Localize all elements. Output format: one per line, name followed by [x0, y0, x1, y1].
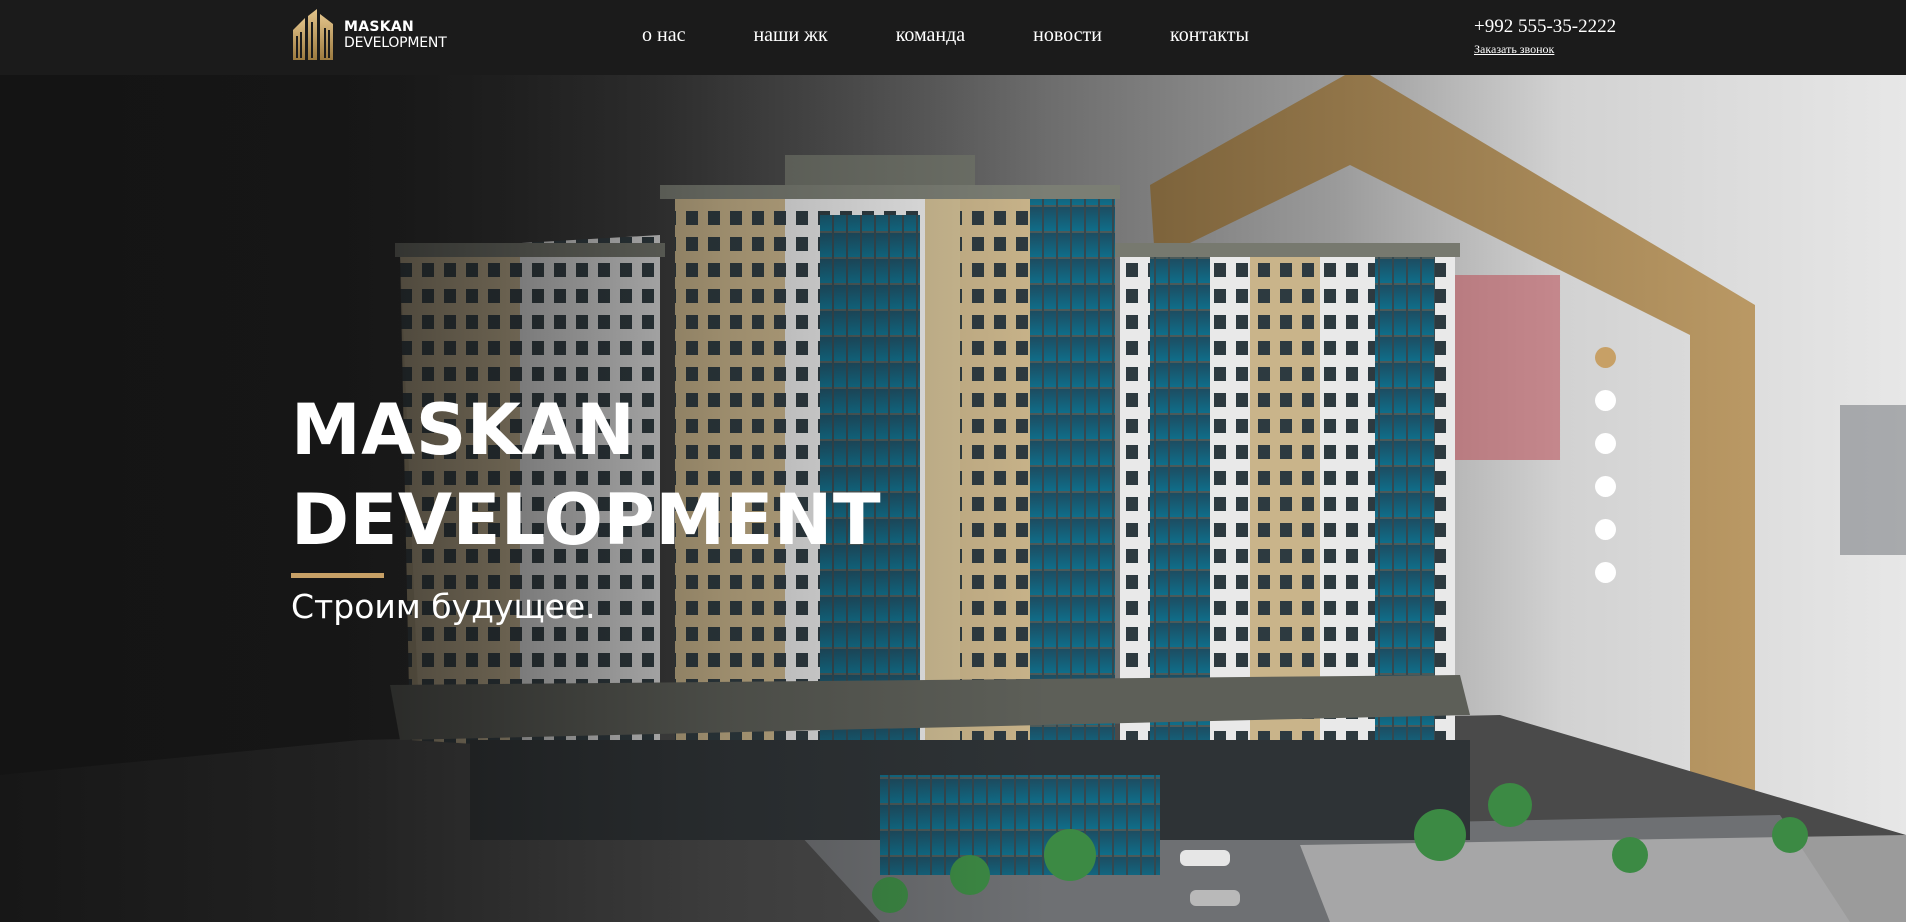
hero-section: MASKAN DEVELOPMENT Строим будущее. [0, 75, 1906, 922]
logo-text: MASKAN DEVELOPMENT [344, 20, 447, 50]
hero-title-line2: DEVELOPMENT [291, 479, 882, 561]
nav-news[interactable]: новости [1033, 24, 1102, 47]
hero-subtitle: Строим будущее. [291, 587, 596, 626]
slider-dot-3[interactable] [1595, 433, 1616, 454]
slider-dot-1[interactable] [1595, 347, 1616, 368]
slider-pagination [1595, 347, 1616, 605]
slider-dot-2[interactable] [1595, 390, 1616, 411]
contact-block: +992 555-35-2222 Заказать звонок [1474, 16, 1616, 57]
logo[interactable]: MASKAN DEVELOPMENT [291, 7, 461, 63]
logo-line1: MASKAN [344, 19, 415, 35]
slider-dot-6[interactable] [1595, 562, 1616, 583]
slider-dot-4[interactable] [1595, 476, 1616, 497]
site-header: MASKAN DEVELOPMENT о нас наши жк команда… [0, 0, 1906, 75]
callback-link[interactable]: Заказать звонок [1474, 42, 1616, 57]
hero-overlay [0, 75, 1906, 922]
hero-title: MASKAN DEVELOPMENT [291, 385, 881, 565]
phone-link[interactable]: +992 555-35-2222 [1474, 16, 1616, 38]
nav-contacts[interactable]: контакты [1170, 24, 1249, 47]
nav-projects[interactable]: наши жк [753, 24, 827, 47]
logo-line2: DEVELOPMENT [344, 35, 447, 51]
logo-building-icon [293, 9, 333, 60]
hero-title-line1: MASKAN [291, 389, 636, 471]
title-divider [291, 573, 384, 578]
nav-team[interactable]: команда [896, 24, 965, 47]
main-nav: о нас наши жк команда новости контакты [642, 24, 1317, 47]
nav-about[interactable]: о нас [642, 24, 685, 47]
slider-dot-5[interactable] [1595, 519, 1616, 540]
